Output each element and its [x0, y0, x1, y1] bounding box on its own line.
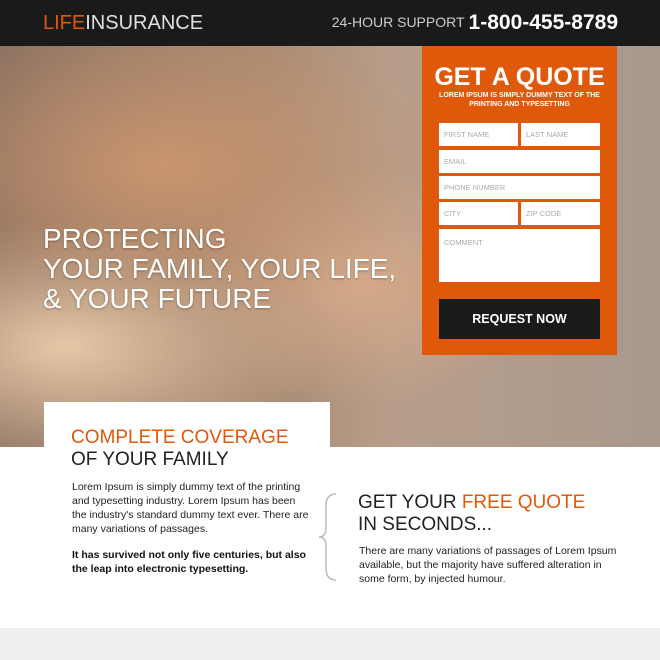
- quote-body: There are many variations of passages of…: [359, 545, 617, 585]
- phone-number[interactable]: 1-800-455-8789: [469, 11, 618, 34]
- free-quote-title: GET YOUR FREE QUOTE IN SECONDS...: [358, 492, 585, 536]
- hero-line: PROTECTING: [43, 223, 227, 254]
- logo-text: INSURANCE: [85, 12, 204, 34]
- hero-line: YOUR FAMILY, YOUR LIFE,: [43, 253, 397, 284]
- coverage-title: COMPLETE COVERAGE OF YOUR FAMILY: [71, 427, 289, 471]
- form-subtitle: LOREM IPSUM IS SIMPLY DUMMY TEXT OF THE …: [439, 92, 600, 108]
- support-label: 24-HOUR SUPPORT: [331, 14, 465, 30]
- quote-form: GET A QUOTE LOREM IPSUM IS SIMPLY DUMMY …: [422, 46, 617, 355]
- hero-title: PROTECTING YOUR FAMILY, YOUR LIFE, & YOU…: [43, 224, 396, 314]
- quote-title-pre: GET YOUR: [358, 492, 462, 513]
- form-title: GET A QUOTE: [434, 63, 605, 91]
- coverage-title-rest: OF YOUR FAMILY: [71, 449, 229, 470]
- coverage-title-accent: COMPLETE COVERAGE: [71, 427, 289, 448]
- request-now-button[interactable]: REQUEST NOW: [439, 299, 600, 339]
- comment-textarea[interactable]: COMMENT: [439, 229, 600, 282]
- brace-divider-icon: [318, 493, 337, 581]
- quote-title-line2: IN SECONDS...: [358, 514, 493, 535]
- coverage-body: Lorem Ipsum is simply dummy text of the …: [72, 481, 309, 535]
- support-info: 24-HOUR SUPPORT 1-800-455-8789: [332, 11, 618, 35]
- quote-title-accent: FREE QUOTE: [461, 492, 586, 513]
- hero-line: & YOUR FUTURE: [43, 283, 272, 314]
- zip-code-input[interactable]: ZIP CODE: [521, 202, 600, 225]
- header: LIFEINSURANCE 24-HOUR SUPPORT 1-800-455-8…: [0, 0, 660, 46]
- footer-band: [0, 628, 660, 660]
- last-name-input[interactable]: LAST NAME: [521, 123, 600, 146]
- city-input[interactable]: CITY: [439, 202, 518, 225]
- email-input[interactable]: EMAIL: [439, 150, 600, 173]
- logo[interactable]: LIFEINSURANCE: [43, 12, 203, 35]
- coverage-bold-text: It has survived not only five centuries,…: [72, 549, 306, 575]
- logo-accent: LIFE: [43, 12, 86, 34]
- first-name-input[interactable]: FIRST NAME: [439, 123, 518, 146]
- phone-input[interactable]: PHONE NUMBER: [439, 176, 600, 199]
